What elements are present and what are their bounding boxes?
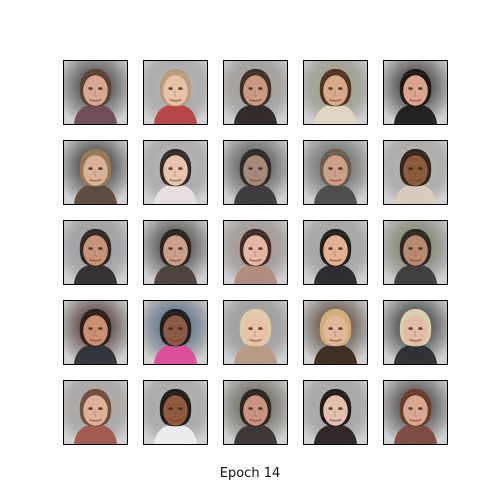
sample-image [143, 60, 208, 125]
sample-image [303, 220, 368, 285]
sample-image [303, 140, 368, 205]
sample-image [63, 300, 128, 365]
sample-image [223, 220, 288, 285]
sample-image [303, 380, 368, 445]
sample-image [303, 60, 368, 125]
figure-caption: Epoch 14 [219, 466, 281, 481]
sample-image [383, 60, 448, 125]
sample-image [143, 220, 208, 285]
sample-image [303, 300, 368, 365]
sample-image [63, 60, 128, 125]
sample-image [63, 220, 128, 285]
sample-image [143, 140, 208, 205]
sample-image [223, 60, 288, 125]
sample-image [223, 380, 288, 445]
sample-image [383, 300, 448, 365]
sample-image-grid [0, 0, 500, 460]
sample-image [143, 380, 208, 445]
sample-image [383, 380, 448, 445]
sample-image [223, 140, 288, 205]
sample-image [383, 140, 448, 205]
sample-image [383, 220, 448, 285]
sample-image [223, 300, 288, 365]
sample-image [63, 140, 128, 205]
sample-image [143, 300, 208, 365]
sample-image [63, 380, 128, 445]
